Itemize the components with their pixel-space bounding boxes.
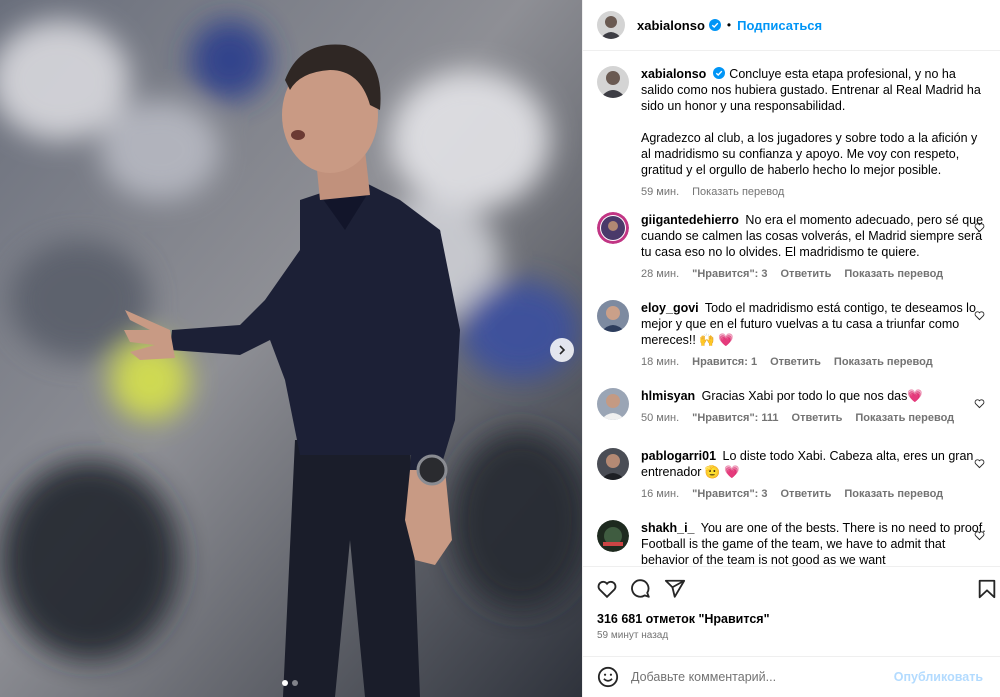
comment-time: 50 мин.: [641, 412, 680, 424]
translate-link[interactable]: Показать перевод: [844, 486, 943, 502]
commenter-avatar[interactable]: [597, 212, 629, 244]
reply-button[interactable]: Ответить: [781, 486, 832, 502]
likes-count[interactable]: 316 681 отметок "Нравится": [597, 612, 770, 626]
post-photo[interactable]: [0, 0, 582, 697]
commenter-avatar[interactable]: [597, 448, 629, 480]
header-separator: •: [726, 18, 732, 32]
comment-username[interactable]: shakh_i_: [641, 521, 695, 535]
heart-icon[interactable]: [974, 222, 985, 233]
comment-username[interactable]: pablogarri01: [641, 449, 716, 463]
comment-time: 16 мин.: [641, 488, 680, 500]
verified-badge-icon: [713, 67, 726, 79]
commenter-avatar[interactable]: [597, 300, 629, 332]
photo-image: [0, 0, 582, 697]
author-username[interactable]: xabialonso: [637, 18, 705, 33]
caption-text-2: Agradezco al club, a los jugadores y sob…: [641, 131, 978, 177]
reply-button[interactable]: Ответить: [781, 266, 832, 282]
comment-composer: Опубликовать: [583, 656, 1000, 697]
author-avatar[interactable]: [597, 66, 629, 98]
comment-item: shakh_i_ You are one of the bests. There…: [597, 520, 989, 566]
comment-item: hlmisyan Gracias Xabi por todo lo que no…: [597, 388, 989, 426]
caption-translate-link[interactable]: Показать перевод: [692, 184, 784, 200]
share-icon[interactable]: [664, 578, 686, 600]
comment-time: 18 мин.: [641, 356, 680, 368]
comment-item: pablogarri01 Lo diste todo Xabi. Cabeza …: [597, 448, 989, 502]
translate-link[interactable]: Показать перевод: [844, 266, 943, 282]
commenter-avatar[interactable]: [597, 388, 629, 420]
translate-link[interactable]: Показать перевод: [855, 410, 954, 426]
comment-input[interactable]: [631, 670, 901, 684]
comment-username[interactable]: eloy_govi: [641, 301, 699, 315]
translate-link[interactable]: Показать перевод: [834, 354, 933, 370]
comment-text: Gracias Xabi por todo lo que nos das💗: [701, 389, 923, 403]
post-caption: xabialonso Concluye esta etapa profesiona…: [597, 66, 989, 200]
post-timestamp[interactable]: 59 минут назад: [597, 630, 668, 641]
heart-icon[interactable]: [974, 530, 985, 541]
caption-time: 59 мин.: [641, 186, 680, 198]
commenter-avatar[interactable]: [597, 520, 629, 552]
comment-likes[interactable]: "Нравится": 3: [692, 266, 767, 282]
comments-list[interactable]: xabialonso Concluye esta etapa profesiona…: [583, 52, 1000, 566]
comment-likes[interactable]: "Нравится": 111: [692, 410, 778, 426]
comment-username[interactable]: hlmisyan: [641, 389, 695, 403]
comment-likes[interactable]: Нравится: 1: [692, 354, 757, 370]
author-avatar[interactable]: [597, 11, 625, 39]
comment-item: eloy_govi Todo el madridismo está contig…: [597, 300, 989, 370]
comment-item: giigantedehierro No era el momento adecu…: [597, 212, 989, 282]
heart-icon[interactable]: [974, 310, 985, 321]
comment-username[interactable]: giigantedehierro: [641, 213, 739, 227]
heart-icon[interactable]: [974, 398, 985, 409]
follow-button[interactable]: Подписаться: [737, 18, 822, 33]
carousel-next-button[interactable]: [550, 338, 574, 362]
post-sidebar: xabialonso • Подписаться xabialonso Concl…: [582, 0, 1000, 697]
publish-button[interactable]: Опубликовать: [894, 670, 983, 684]
bookmark-icon[interactable]: [976, 578, 998, 600]
heart-icon[interactable]: [974, 458, 985, 469]
heart-icon[interactable]: [596, 578, 618, 600]
carousel-dot-2: [292, 680, 298, 686]
emoji-icon[interactable]: [597, 666, 619, 688]
carousel-dot-1: [282, 680, 288, 686]
reply-button[interactable]: Ответить: [770, 354, 821, 370]
verified-badge-icon: [708, 19, 721, 31]
comment-time: 28 мин.: [641, 268, 680, 280]
comment-likes[interactable]: "Нравится": 3: [692, 486, 767, 502]
reply-button[interactable]: Ответить: [792, 410, 843, 426]
action-bar: [583, 566, 1000, 606]
chevron-right-icon: [559, 345, 566, 355]
post-header: xabialonso • Подписаться: [583, 0, 1000, 51]
caption-username[interactable]: xabialonso: [641, 67, 706, 81]
comment-icon[interactable]: [630, 578, 652, 600]
carousel-indicator: [282, 680, 298, 686]
